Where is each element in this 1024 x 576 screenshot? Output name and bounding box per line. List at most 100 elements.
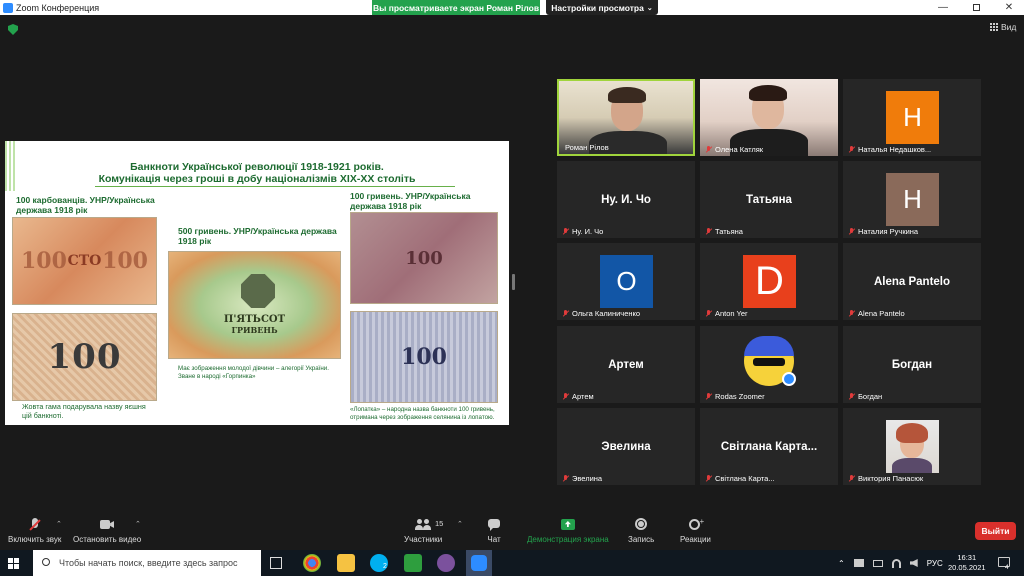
splitter-handle[interactable] bbox=[512, 274, 515, 290]
skype-badge: 2 bbox=[383, 563, 387, 570]
participant-tile[interactable]: Світлана Карта... Світлана Карта... bbox=[700, 408, 838, 485]
participants-icon bbox=[415, 518, 432, 532]
stop-video-label: Остановить видео bbox=[73, 535, 142, 544]
close-button[interactable]: ✕ bbox=[994, 0, 1024, 15]
banknote-100-hryven-back: 100 bbox=[350, 311, 498, 403]
participant-name: Наталья Недашков... bbox=[858, 145, 932, 154]
grid-icon bbox=[990, 23, 998, 31]
participant-name-label: Виктория Панасюк bbox=[849, 474, 923, 483]
window-title: Zoom Конференция bbox=[16, 2, 100, 13]
file-explorer-icon[interactable] bbox=[337, 554, 355, 572]
leave-meeting-button[interactable]: Выйти bbox=[975, 522, 1016, 540]
share-screen-button[interactable]: Демонстрация экрана bbox=[527, 518, 609, 544]
microphone-muted-icon bbox=[563, 393, 569, 400]
network-icon[interactable] bbox=[853, 559, 864, 567]
unmute-button[interactable]: Включить звук bbox=[8, 518, 61, 544]
caption-100-karbovantsiv: 100 карбованців. УНР/Українська держава … bbox=[16, 195, 155, 215]
chevron-up-icon[interactable]: ⌃ bbox=[838, 559, 845, 568]
participant-name-label: Артем bbox=[563, 392, 594, 401]
note-100-karbovantsiv: Жовта гама подарувала назву яєшня цій ба… bbox=[22, 402, 146, 420]
chrome-icon[interactable] bbox=[303, 554, 321, 572]
language-indicator[interactable]: РУС bbox=[927, 559, 943, 568]
share-screen-label: Демонстрация экрана bbox=[527, 535, 609, 544]
video-options-caret[interactable]: ⌃ bbox=[135, 520, 141, 528]
participant-tile[interactable]: O Ольга Калиниченко bbox=[557, 243, 695, 320]
view-button[interactable]: Вид bbox=[990, 22, 1016, 32]
note-500-hryven: Має зображення молодої дівчини – алегорі… bbox=[178, 365, 329, 380]
participant-tile[interactable]: Rodas Zoomer bbox=[700, 326, 838, 403]
participant-name-label: Эвелина bbox=[563, 474, 602, 483]
participant-hair bbox=[749, 85, 787, 101]
banknote-number: 100 bbox=[47, 337, 122, 377]
banknote-text: 100 bbox=[401, 344, 447, 370]
participant-tile[interactable]: Богдан Богдан bbox=[843, 326, 981, 403]
participant-tile[interactable]: H Наталия Ручкина bbox=[843, 161, 981, 238]
participant-name: Татьяна bbox=[715, 227, 743, 236]
stop-video-button[interactable]: Остановить видео bbox=[73, 518, 141, 544]
banknote-500-hryven: П'ЯТЬСОТ ГРИВЕНЬ bbox=[168, 251, 341, 359]
viber-icon[interactable] bbox=[437, 554, 455, 572]
participant-name: Ольга Калиниченко bbox=[572, 309, 641, 318]
participant-tile[interactable]: Артем Артем bbox=[557, 326, 695, 403]
taskbar-clock[interactable]: 16:31 20.05.2021 bbox=[948, 553, 986, 573]
caption-500-hryven: 500 гривень. УНР/Українська держава 1918… bbox=[178, 226, 337, 246]
task-view-icon[interactable] bbox=[270, 557, 282, 569]
participant-tile[interactable]: Роман Рілов bbox=[557, 79, 695, 156]
participant-tile[interactable]: D Anton Yer bbox=[700, 243, 838, 320]
maximize-button[interactable] bbox=[961, 0, 991, 15]
minimize-button[interactable]: — bbox=[928, 0, 958, 15]
taskbar-search-box[interactable]: Чтобы начать поиск, введите здесь запрос bbox=[33, 550, 261, 576]
banknote-text: П'ЯТЬСОТ bbox=[223, 314, 286, 325]
zoom-taskbar-icon[interactable] bbox=[466, 550, 492, 576]
microphone-muted-icon bbox=[563, 475, 569, 482]
reactions-button[interactable]: + Реакции bbox=[680, 517, 711, 544]
record-label: Запись bbox=[628, 535, 655, 544]
reactions-label: Реакции bbox=[680, 535, 711, 544]
sunglasses-face-icon bbox=[744, 336, 796, 386]
participant-tile[interactable]: Ну. И. Чо Ну. И. Чо bbox=[557, 161, 695, 238]
battery-icon[interactable] bbox=[872, 559, 883, 567]
view-options-button[interactable]: Настройки просмотра ⌄ bbox=[546, 0, 658, 15]
sunglasses-icon bbox=[753, 358, 785, 366]
microphone-muted-icon bbox=[27, 518, 43, 532]
banknote-text: 100 bbox=[102, 248, 148, 274]
participant-avatar: H bbox=[886, 91, 939, 144]
torrent-icon[interactable] bbox=[404, 554, 422, 572]
participants-options-caret[interactable]: ⌃ bbox=[457, 520, 463, 528]
record-icon bbox=[633, 518, 649, 532]
chat-button[interactable]: Чат bbox=[486, 518, 502, 544]
banknote-100-karbovantsiv-front: 100 СТО 100 bbox=[12, 217, 157, 305]
audio-options-caret[interactable]: ⌃ bbox=[56, 520, 62, 528]
security-shield-icon[interactable] bbox=[8, 24, 18, 35]
slide-title-line2: Комунікація через гроші в добу націоналі… bbox=[98, 173, 416, 185]
banknote-100-karbovantsiv-back: 100 bbox=[12, 313, 157, 401]
participant-name: Світлана Карта... bbox=[715, 474, 775, 483]
participant-name: Эвелина bbox=[572, 474, 603, 483]
participant-tile[interactable]: Эвелина Эвелина bbox=[557, 408, 695, 485]
participant-hair bbox=[896, 423, 928, 443]
participant-tile[interactable]: Олена Катляк bbox=[700, 79, 838, 156]
participant-name-label: Anton Yer bbox=[706, 309, 748, 318]
participant-avatar: D bbox=[743, 255, 796, 308]
view-label: Вид bbox=[1001, 22, 1017, 32]
slide-title-line1: Банкноти Української революції 1918-1921… bbox=[130, 161, 384, 173]
volume-icon[interactable] bbox=[909, 559, 918, 567]
participant-tile[interactable]: H Наталья Недашков... bbox=[843, 79, 981, 156]
banknote-text: СТО bbox=[67, 253, 102, 269]
participant-tile[interactable]: Татьяна Татьяна bbox=[700, 161, 838, 238]
microphone-muted-icon bbox=[849, 228, 855, 235]
record-button[interactable]: Запись bbox=[628, 518, 654, 544]
chevron-down-icon: ⌄ bbox=[646, 4, 653, 12]
participant-tile[interactable]: Виктория Панасюк bbox=[843, 408, 981, 485]
windows-start-icon[interactable] bbox=[8, 558, 19, 569]
participant-avatar: H bbox=[886, 173, 939, 226]
zoom-app-icon bbox=[3, 2, 13, 13]
restore-icon bbox=[972, 4, 980, 11]
chat-label: Чат bbox=[487, 535, 501, 544]
participant-name-label: Ну. И. Чо bbox=[563, 227, 603, 236]
wifi-icon[interactable] bbox=[891, 558, 901, 568]
banknote-text: 100 bbox=[405, 247, 443, 269]
participant-tile[interactable]: Alena Pantelo Alena Pantelo bbox=[843, 243, 981, 320]
microphone-muted-icon bbox=[849, 146, 855, 153]
banknote-text: ГРИВЕНЬ bbox=[231, 325, 278, 335]
